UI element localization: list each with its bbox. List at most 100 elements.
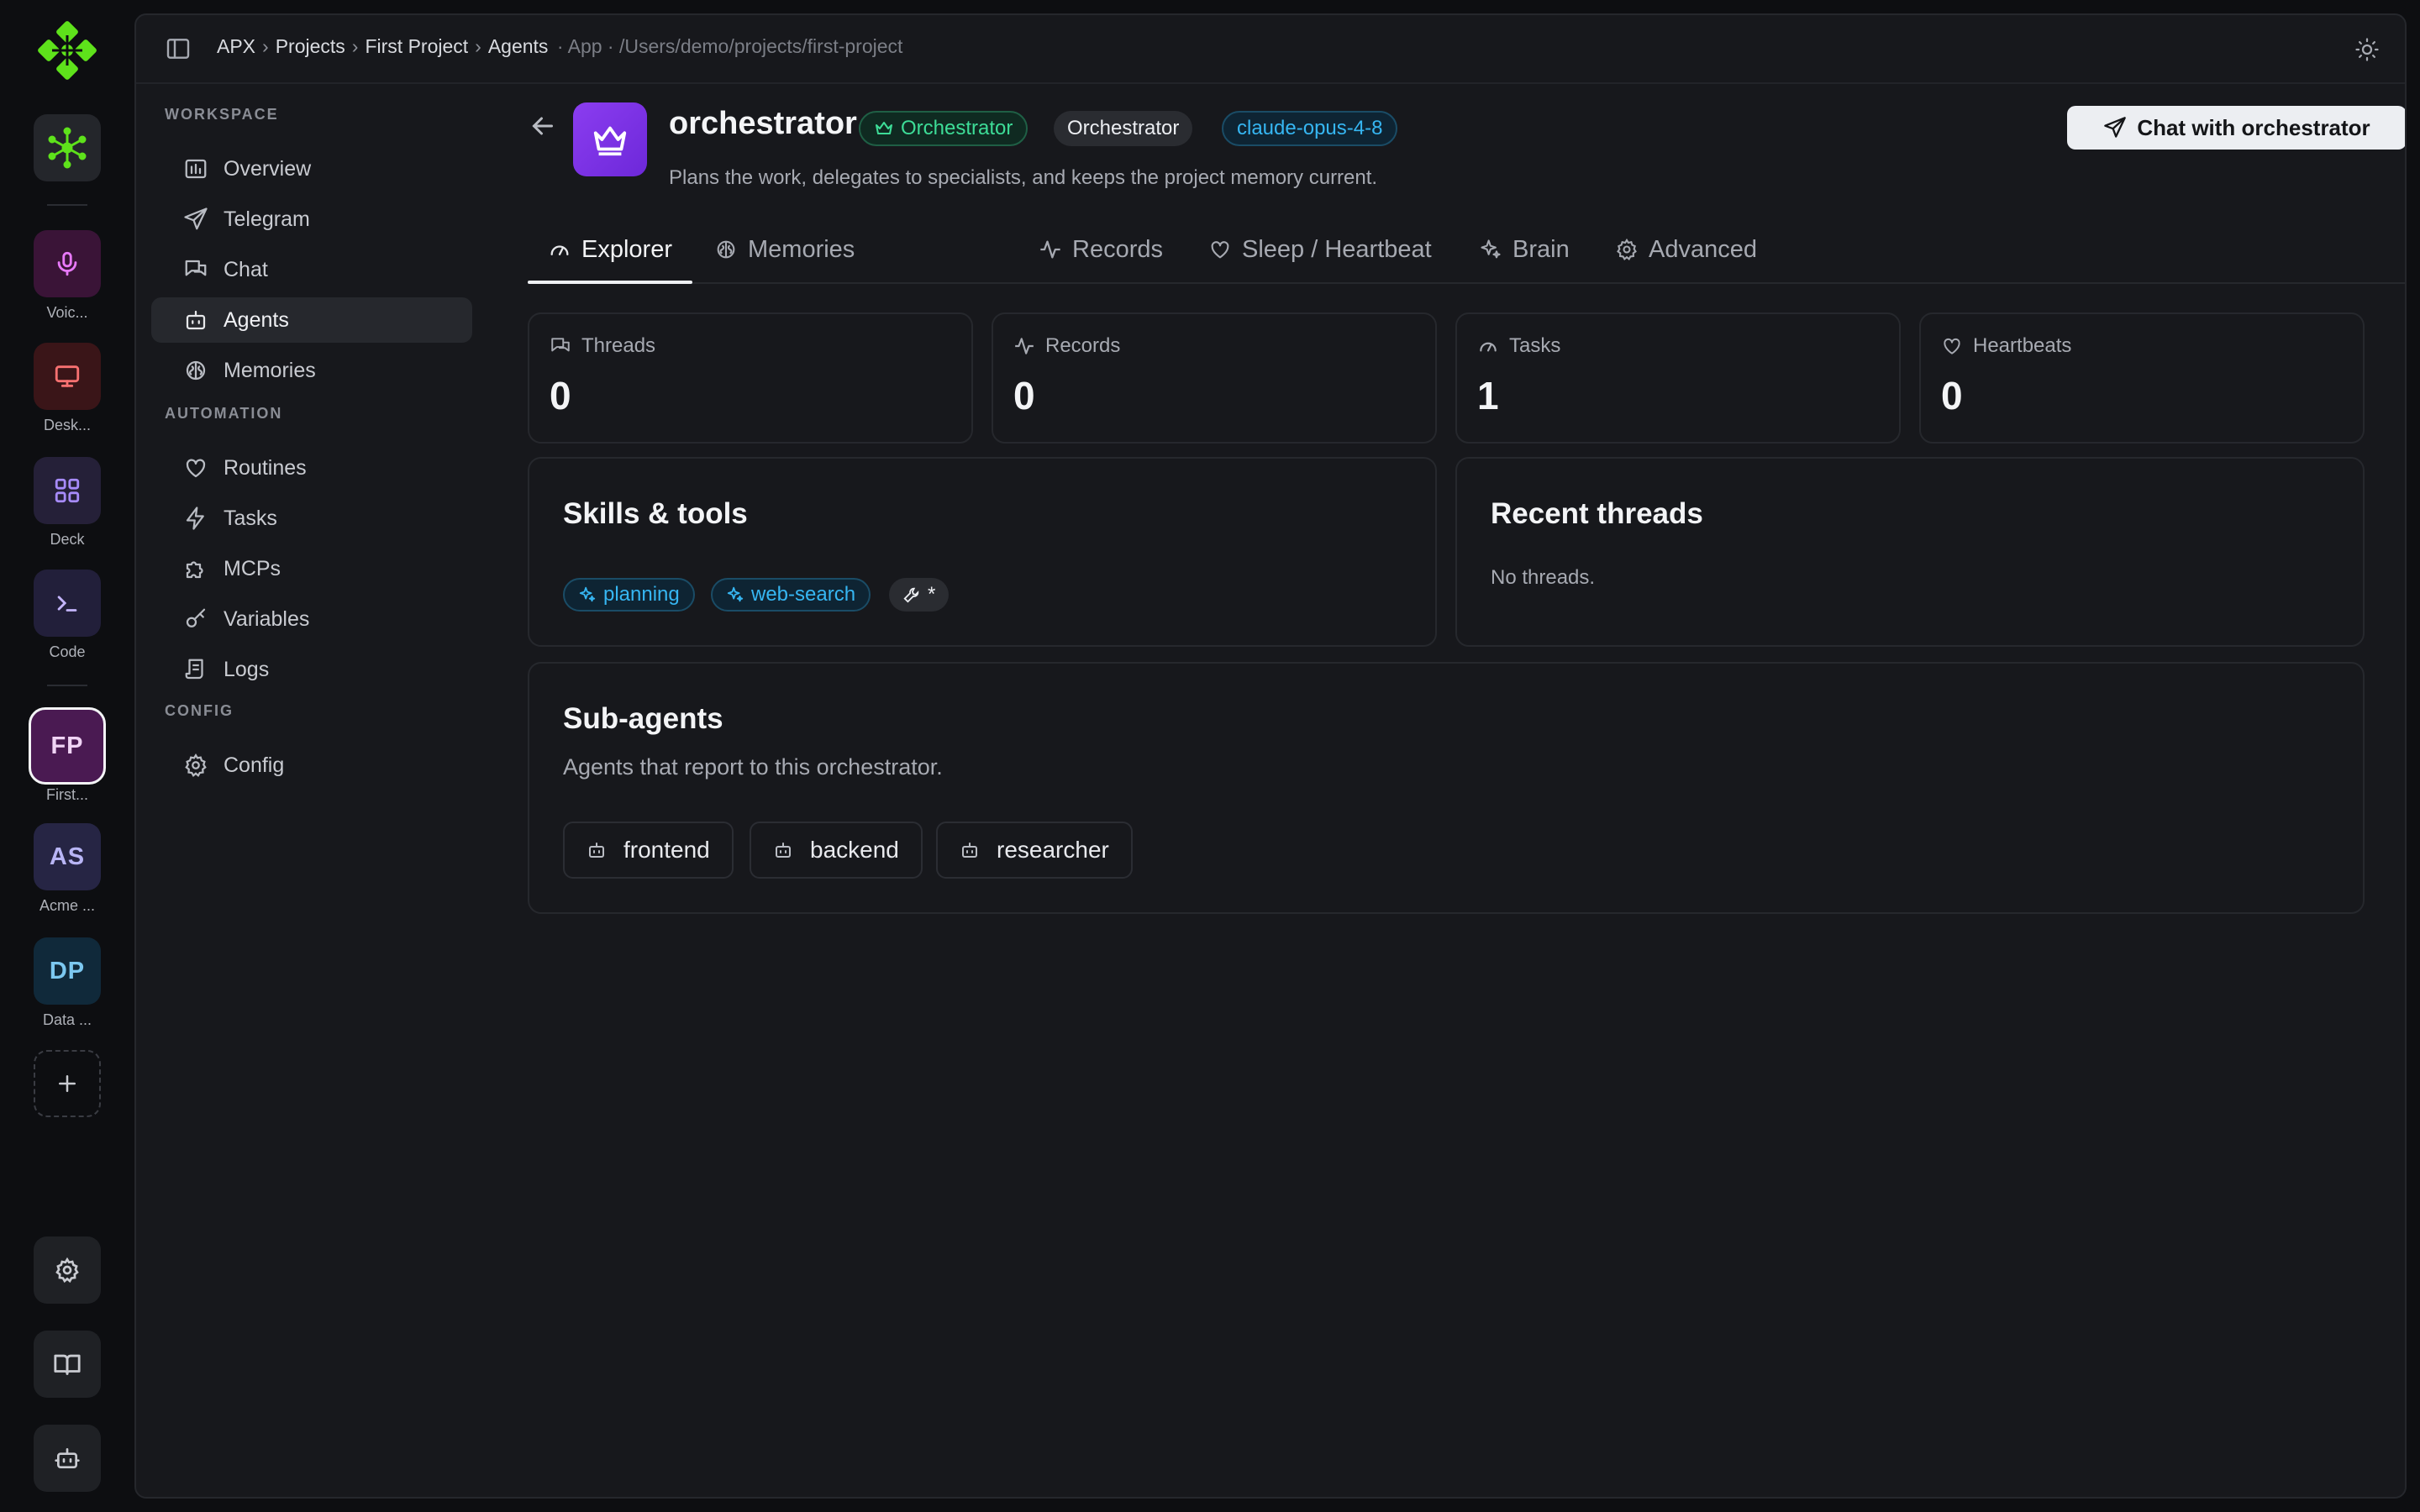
heart-icon: [1211, 241, 1229, 259]
subagent-researcher[interactable]: researcher: [936, 822, 1133, 879]
rail-voice-button[interactable]: [34, 230, 101, 297]
rail-code-button[interactable]: [34, 570, 101, 637]
sidebar-item-config[interactable]: Config: [151, 743, 472, 788]
puzzle-icon: [182, 554, 210, 583]
agent-avatar: [573, 102, 647, 176]
bot-icon: [776, 843, 791, 858]
rail-code-label: Code: [49, 643, 86, 660]
sidebar-item-agents[interactable]: Agents: [151, 297, 472, 343]
sidebar-item-chat[interactable]: Chat: [151, 247, 472, 292]
skill-chip-planning[interactable]: planning: [563, 578, 695, 612]
breadcrumb-project[interactable]: First Project: [365, 35, 468, 57]
sidebar-item-tasks[interactable]: Tasks: [151, 496, 472, 541]
bot-icon: [962, 843, 977, 858]
skills-card: Skills & tools: [528, 457, 1437, 647]
sidebar-item-logs[interactable]: Logs: [151, 647, 472, 692]
sidebar-item-overview[interactable]: Overview: [151, 146, 472, 192]
arrow-left-icon: [532, 117, 553, 135]
sidebar-item-mcps[interactable]: MCPs: [151, 546, 472, 591]
sidebar-item-telegram[interactable]: Telegram: [151, 197, 472, 242]
sidebar-toggle-icon: [166, 39, 190, 59]
tab-records[interactable]: Records: [1039, 217, 1163, 282]
rail-deck-label: Deck: [50, 531, 85, 548]
sidebar-item-label: Overview: [224, 156, 312, 181]
project-initials: DP: [49, 957, 86, 984]
key-icon: [182, 605, 210, 633]
add-project-button[interactable]: [34, 1050, 101, 1117]
stat-card-threads: Threads 0: [528, 312, 973, 444]
agent-name: orchestrator: [669, 106, 857, 141]
rail-divider: [47, 685, 87, 686]
project-data-label: Data ...: [42, 1011, 92, 1028]
rail-divider: [47, 204, 87, 206]
stat-card-records: Records 0: [992, 312, 1437, 444]
tab-explorer[interactable]: Explorer: [528, 217, 692, 284]
stat-label: Records: [1045, 334, 1121, 357]
docs-button[interactable]: [34, 1331, 101, 1398]
tools-chip-all[interactable]: *: [889, 578, 950, 612]
activity-icon: [1040, 240, 1060, 259]
sparkles-icon: [727, 586, 744, 602]
top-bar: APX › Projects › First Project › Agents · App …: [136, 15, 2405, 84]
main-panel: APX › Projects › First Project › Agents · App …: [134, 13, 2407, 1499]
sidebar-item-label: Agents: [224, 307, 289, 332]
tab-brain[interactable]: Brain: [1479, 217, 1570, 282]
sidebar-item-variables[interactable]: Variables: [151, 596, 472, 642]
crown-icon: [876, 122, 892, 134]
project-first-button[interactable]: FP: [29, 707, 106, 785]
project-acme-button[interactable]: AS: [34, 823, 101, 890]
bot-icon: [182, 306, 210, 334]
sidebar-item-memories[interactable]: Memories: [151, 348, 472, 393]
sidebar-item-label: MCPs: [224, 556, 281, 580]
tab-sleep-heartbeat[interactable]: Sleep / Heartbeat: [1208, 217, 1432, 282]
sidebar-item-label: Config: [224, 753, 285, 777]
rail-agent-network-button[interactable]: [34, 114, 101, 181]
gear-icon: [182, 751, 210, 780]
rail-desktop-button[interactable]: [34, 343, 101, 410]
project-acme-label: Acme ...: [39, 897, 95, 914]
project-data-button[interactable]: DP: [34, 937, 101, 1005]
nav-section-automation: AUTOMATION: [165, 405, 283, 422]
settings-button[interactable]: [34, 1236, 101, 1304]
wrench-icon: [903, 587, 919, 603]
recent-threads-card: Recent threads No threads.: [1455, 457, 2365, 647]
assistant-button[interactable]: [34, 1425, 101, 1492]
bolt-icon: [182, 504, 210, 533]
project-initials: FP: [50, 732, 84, 759]
sidebar-item-label: Variables: [224, 606, 310, 631]
breadcrumb-path: App · /Users/demo/projects/first-project: [567, 35, 903, 57]
rail-deck-button[interactable]: [34, 457, 101, 524]
skills-title: Skills & tools: [563, 497, 748, 530]
mic-icon: [57, 251, 77, 276]
stat-value: 1: [1477, 374, 1499, 417]
breadcrumb-agents[interactable]: Agents: [488, 35, 549, 57]
back-button[interactable]: [528, 111, 561, 144]
rail-desktop-label: Desk...: [43, 417, 91, 433]
sidebar-item-label: Logs: [224, 657, 270, 681]
apx-logo-icon[interactable]: [35, 18, 99, 82]
terminal-icon: [57, 596, 77, 612]
skill-chip-web-search[interactable]: web-search: [711, 578, 871, 612]
toggle-sidebar-button[interactable]: [165, 35, 192, 62]
sparkles-icon: [1481, 239, 1501, 259]
tab-advanced[interactable]: Advanced: [1615, 217, 1757, 282]
chat-with-agent-button[interactable]: Chat with orchestrator: [2067, 106, 2405, 150]
scroll-icon: [182, 655, 210, 684]
heart-icon: [182, 454, 210, 482]
tab-memories[interactable]: Memories: [714, 217, 855, 282]
sun-icon: [2355, 38, 2379, 61]
role-badge: Orchestrator: [859, 111, 1028, 146]
rail-voice-label: Voic...: [46, 304, 88, 321]
breadcrumb-projects[interactable]: Projects: [276, 35, 345, 57]
sidebar-item-routines[interactable]: Routines: [151, 445, 472, 491]
stat-value: 0: [550, 374, 571, 417]
breadcrumb-apx[interactable]: APX: [217, 35, 255, 57]
sparkles-icon: [579, 586, 596, 602]
subagent-frontend[interactable]: frontend: [563, 822, 734, 879]
subagent-backend[interactable]: backend: [750, 822, 923, 879]
sidebar-item-label: Chat: [224, 257, 268, 281]
stat-card-tasks: Tasks 1: [1455, 312, 1901, 444]
gauge-icon: [1480, 342, 1497, 352]
stat-label: Heartbeats: [1973, 334, 2072, 357]
theme-toggle-button[interactable]: [2354, 37, 2380, 62]
